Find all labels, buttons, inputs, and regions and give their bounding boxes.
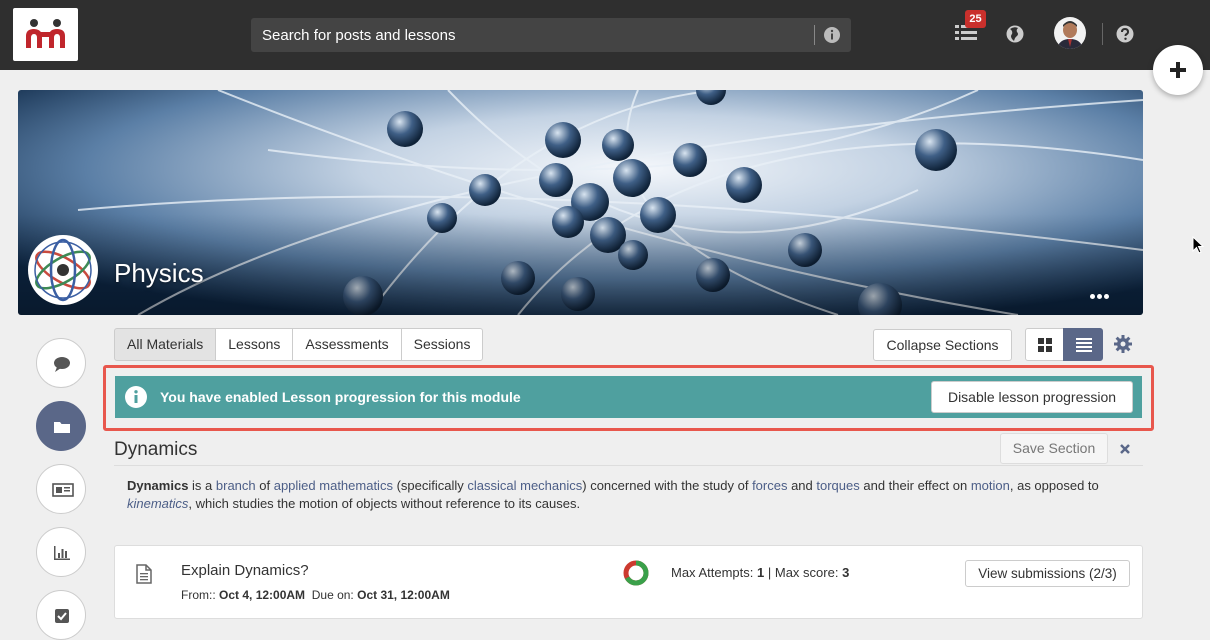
assessment-limits: Max Attempts: 1 | Max score: 3: [671, 565, 849, 580]
link-classical-mechanics[interactable]: classical mechanics: [467, 478, 582, 493]
mouse-cursor-icon: [1192, 236, 1205, 254]
from-date: Oct 4, 12:00AM: [219, 588, 306, 602]
view-submissions-button[interactable]: View submissions (2/3): [965, 560, 1130, 587]
from-label: From::: [181, 588, 216, 602]
list-icon: [1076, 338, 1092, 352]
dot-icon: [1097, 294, 1102, 299]
link-forces[interactable]: forces: [752, 478, 787, 493]
plus-icon: [1170, 62, 1186, 78]
search-bar[interactable]: Search for posts and lessons: [251, 18, 851, 52]
news-nav-button[interactable]: [36, 464, 86, 514]
link-kinematics-text: kinematics: [127, 496, 189, 511]
add-button[interactable]: [1153, 45, 1203, 95]
link-applied-mathematics[interactable]: applied mathematics: [274, 478, 393, 493]
module-banner: Physics: [18, 90, 1143, 315]
gear-icon[interactable]: [1114, 335, 1132, 353]
description-text: (specifically: [392, 478, 468, 493]
notification-badge: 25: [965, 10, 986, 28]
dot-icon: [1090, 294, 1095, 299]
close-icon[interactable]: [1119, 443, 1131, 455]
info-icon: [125, 386, 147, 408]
logo-icon: [26, 19, 65, 48]
description-text: ) concerned with the study of: [582, 478, 753, 493]
bar-chart-icon: [54, 546, 70, 560]
search-input[interactable]: Search for posts and lessons: [262, 27, 455, 44]
term-dynamics: Dynamics: [127, 478, 189, 493]
grid-icon: [1038, 338, 1052, 352]
link-torques[interactable]: torques: [816, 478, 859, 493]
discussion-nav-button[interactable]: [36, 338, 86, 388]
description-text: and: [787, 478, 817, 493]
alert-message: You have enabled Lesson progression for …: [160, 389, 521, 405]
max-score-value: 3: [842, 565, 850, 580]
link-branch[interactable]: branch: [216, 478, 256, 493]
analytics-nav-button[interactable]: [36, 527, 86, 577]
grid-view-button[interactable]: [1025, 328, 1064, 361]
tab-lessons[interactable]: Lessons: [215, 328, 294, 361]
top-bar: Search for posts and lessons 25: [0, 0, 1210, 70]
description-text: of: [255, 478, 274, 493]
description-text: , as opposed to: [1009, 478, 1099, 493]
section-description: Dynamics is a branch of applied mathemat…: [127, 477, 1127, 513]
max-attempts-value: 1: [757, 565, 765, 580]
assessment-card: Explain Dynamics? From:: Oct 4, 12:00AM …: [114, 545, 1143, 619]
material-filter-tabs: All Materials Lessons Assessments Sessio…: [114, 328, 484, 361]
tab-assessments[interactable]: Assessments: [292, 328, 402, 361]
list-view-button[interactable]: [1063, 328, 1103, 361]
module-title: Physics: [114, 258, 204, 288]
more-options-button[interactable]: [1090, 286, 1116, 299]
module-logo: [28, 235, 98, 305]
description-text: and their effect on: [859, 478, 971, 493]
materials-nav-button[interactable]: [36, 401, 86, 451]
help-icon[interactable]: [1116, 25, 1134, 43]
tasks-nav-button[interactable]: [36, 590, 86, 640]
user-photo: [1054, 17, 1086, 49]
header-divider: [1102, 23, 1103, 45]
document-icon: [136, 564, 152, 584]
link-motion[interactable]: motion: [971, 478, 1010, 493]
meta-separator: |: [767, 565, 772, 580]
dot-icon: [1104, 294, 1109, 299]
globe-icon[interactable]: [1006, 25, 1024, 43]
section-title[interactable]: Dynamics: [114, 439, 197, 461]
lesson-progression-alert: You have enabled Lesson progression for …: [115, 376, 1142, 418]
submission-progress-donut: [623, 560, 649, 586]
assessment-title[interactable]: Explain Dynamics?: [181, 562, 309, 579]
assessment-dates: From:: Oct 4, 12:00AM Due on: Oct 31, 12…: [181, 588, 450, 602]
chat-bubble-icon: [54, 357, 70, 372]
link-kinematics[interactable]: kinematics: [127, 496, 188, 511]
tab-sessions[interactable]: Sessions: [400, 328, 484, 361]
max-score-label: Max score:: [774, 565, 839, 580]
max-attempts-label: Max Attempts:: [671, 565, 754, 580]
newspaper-icon: [52, 483, 74, 497]
collapse-sections-button[interactable]: Collapse Sections: [873, 329, 1012, 361]
due-date: Oct 31, 12:00AM: [357, 588, 450, 602]
search-divider: [814, 25, 815, 45]
save-section-button[interactable]: Save Section: [1000, 433, 1108, 464]
info-icon[interactable]: [823, 26, 841, 44]
due-label: Due on:: [311, 588, 354, 602]
checkbox-icon: [55, 609, 69, 623]
folder-icon: [54, 422, 70, 433]
disable-lesson-progression-button[interactable]: Disable lesson progression: [931, 381, 1133, 413]
tab-all-materials[interactable]: All Materials: [114, 328, 217, 361]
description-text: , which studies the motion of objects wi…: [188, 496, 581, 511]
section-divider: [114, 465, 1143, 466]
description-text: is a: [188, 478, 216, 493]
atom-logo-icon: [34, 238, 92, 302]
app-logo[interactable]: [13, 8, 78, 61]
user-avatar[interactable]: [1054, 17, 1086, 49]
